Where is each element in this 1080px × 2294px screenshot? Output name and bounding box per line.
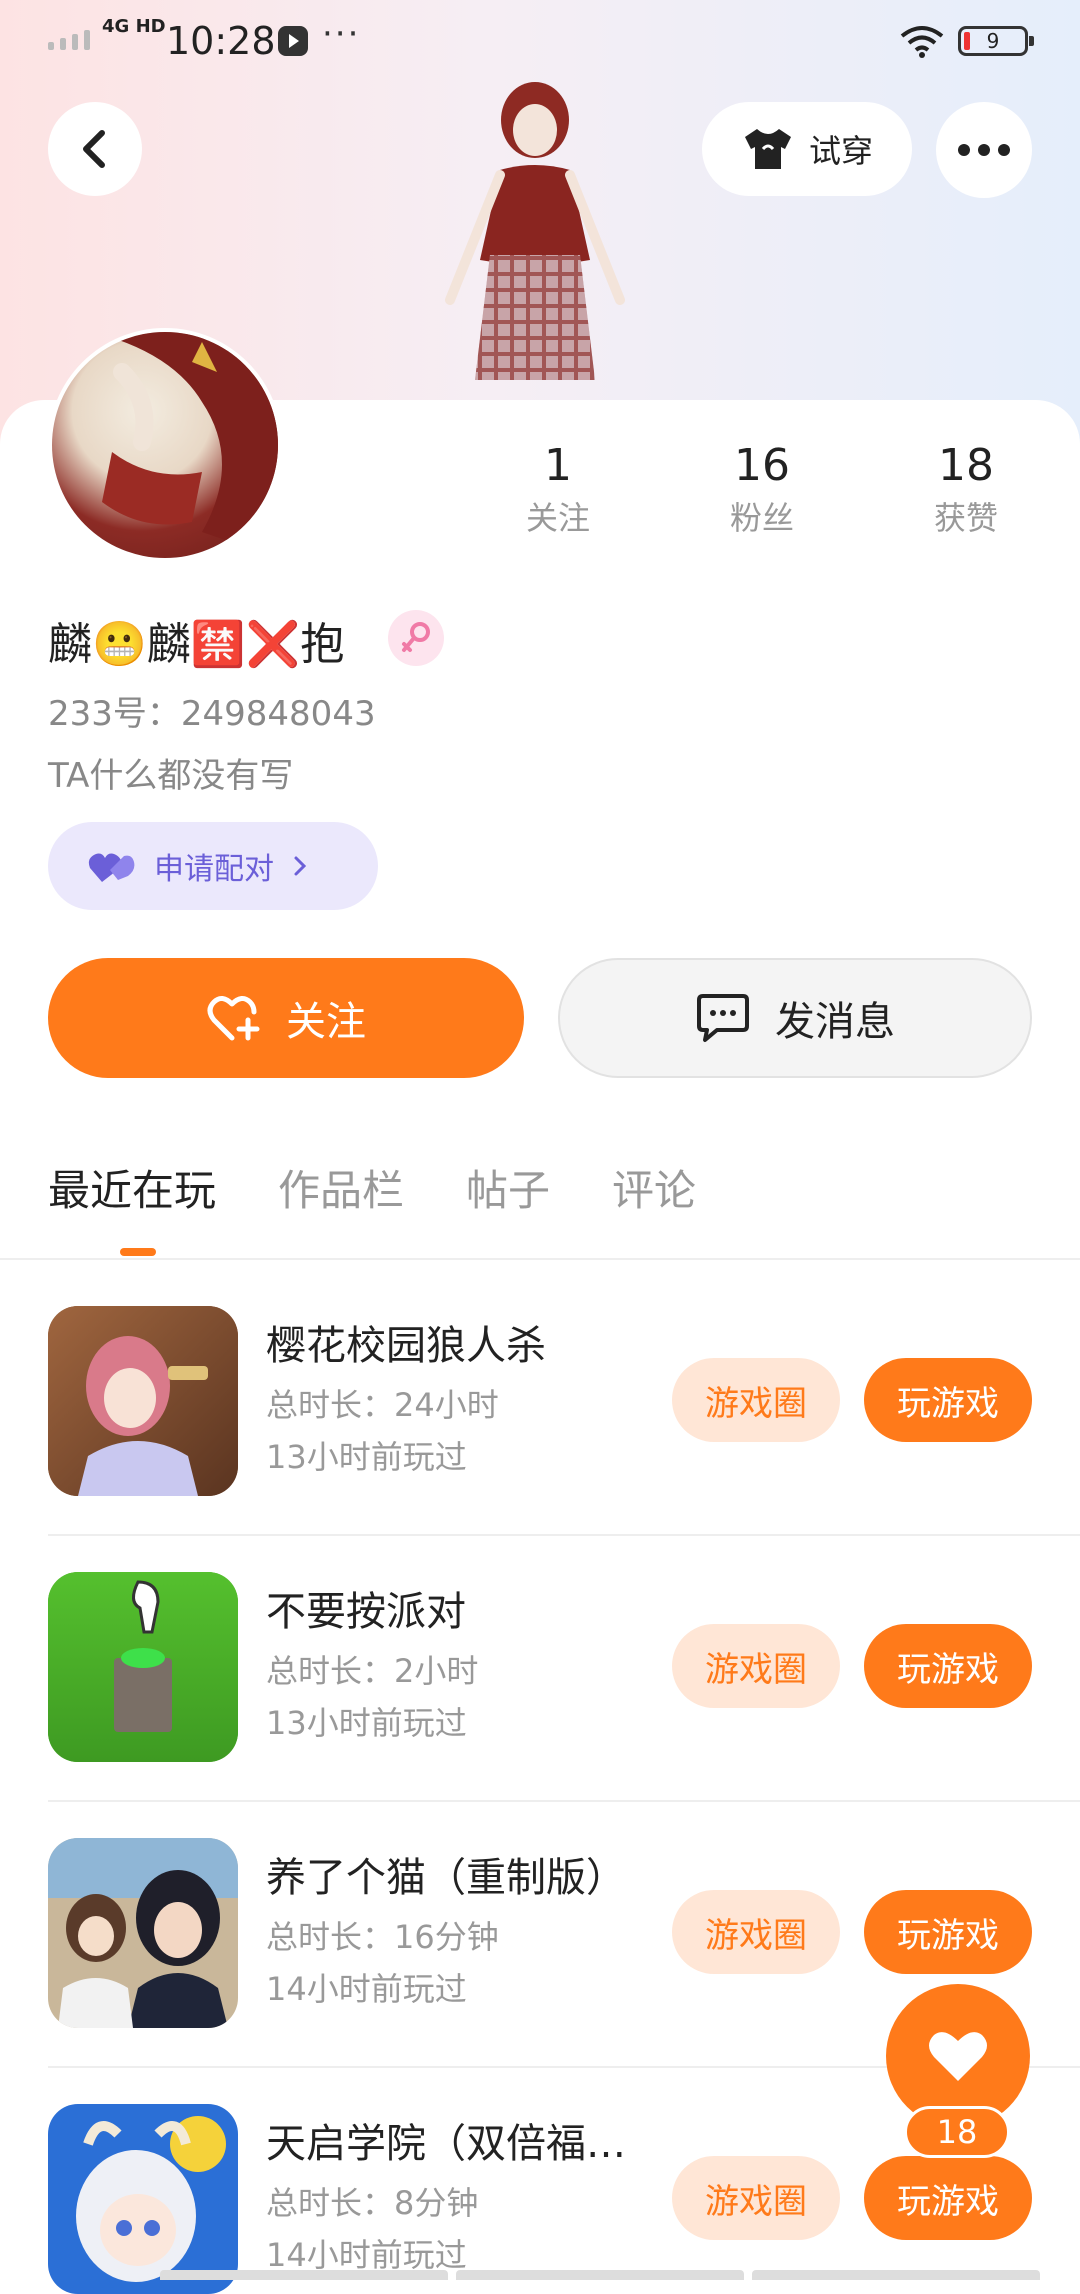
stat-following[interactable]: 1 关注 <box>488 440 628 540</box>
try-on-label: 试穿 <box>808 132 873 170</box>
tshirt-icon <box>744 129 791 169</box>
stat-number: 16 <box>734 440 790 491</box>
battery-icon: 9 <box>958 26 1034 56</box>
chevron-left-icon <box>83 130 105 168</box>
game-title: 养了个猫（重制版） <box>266 1855 626 1901</box>
game-title: 不要按派对 <box>266 1589 466 1635</box>
status-bar: 4G HD 10:28 ··· 9 <box>0 0 1080 84</box>
game-circle-button[interactable]: 游戏圈 <box>672 1624 840 1708</box>
cell-signal-icon <box>48 30 90 50</box>
stat-label: 获赞 <box>933 499 998 537</box>
avatar[interactable] <box>48 328 282 562</box>
tab-recently-played[interactable]: 最近在玩 <box>48 1160 216 1256</box>
avatar-image <box>52 332 278 558</box>
battery-level: 9 <box>986 29 1000 53</box>
heart-plus-icon <box>207 996 260 1041</box>
game-icon <box>48 2104 238 2294</box>
bottom-edge <box>160 2270 1040 2280</box>
send-message-button[interactable]: 发消息 <box>558 958 1032 1078</box>
wifi-icon <box>900 26 944 58</box>
list-item[interactable]: 樱花校园狼人杀 总时长：24小时 13小时前玩过 游戏圈 玩游戏 <box>48 1306 1080 1496</box>
game-circle-button[interactable]: 游戏圈 <box>672 1358 840 1442</box>
double-heart-icon <box>88 853 135 882</box>
game-duration: 总时长：24小时 <box>266 1386 499 1424</box>
request-pair-label: 申请配对 <box>154 852 274 887</box>
list-divider <box>48 1800 1080 1802</box>
avatar-3d-figure <box>445 82 625 380</box>
back-button[interactable] <box>48 102 142 196</box>
game-last-played: 13小时前玩过 <box>266 1704 467 1742</box>
play-game-button[interactable]: 玩游戏 <box>864 1890 1032 1974</box>
chat-bubble-icon <box>697 994 749 1042</box>
status-time: 10:28 <box>166 19 276 63</box>
game-last-played: 13小时前玩过 <box>266 1438 467 1476</box>
chevron-right-icon <box>294 856 307 876</box>
more-dot-icon <box>978 144 990 156</box>
game-title: 樱花校园狼人杀 <box>266 1323 546 1369</box>
more-dot-icon <box>998 144 1010 156</box>
send-message-label: 发消息 <box>775 999 895 1045</box>
tab-comments[interactable]: 评论 <box>612 1160 696 1230</box>
game-icon <box>48 1306 238 1496</box>
user-bio: TA什么都没有写 <box>48 756 294 796</box>
game-duration: 总时长：2小时 <box>266 1652 479 1690</box>
profile-tabs: 最近在玩 作品栏 帖子 评论 <box>48 1160 696 1256</box>
game-icon <box>48 1572 238 1762</box>
try-on-button[interactable]: 试穿 <box>702 102 912 196</box>
heart-icon <box>929 2032 987 2081</box>
more-options-button[interactable] <box>936 102 1032 198</box>
request-pair-button[interactable]: 申请配对 <box>48 822 378 910</box>
game-circle-button[interactable]: 游戏圈 <box>672 2156 840 2240</box>
user-id: 233号：249848043 <box>48 694 376 734</box>
screen-record-icon <box>278 26 308 56</box>
more-dot-icon <box>958 144 970 156</box>
stat-label: 关注 <box>525 499 590 537</box>
list-item[interactable]: 不要按派对 总时长：2小时 13小时前玩过 游戏圈 玩游戏 <box>48 1572 1080 1762</box>
stat-number: 18 <box>938 440 994 491</box>
tab-posts[interactable]: 帖子 <box>466 1160 550 1230</box>
profile-name: 麟😬麟🈲❌抱 <box>48 619 345 670</box>
play-game-button[interactable]: 玩游戏 <box>864 1358 1032 1442</box>
game-icon <box>48 1838 238 2028</box>
follow-button[interactable]: 关注 <box>48 958 524 1078</box>
game-circle-button[interactable]: 游戏圈 <box>672 1890 840 1974</box>
play-game-button[interactable]: 玩游戏 <box>864 1624 1032 1708</box>
game-last-played: 14小时前玩过 <box>266 1970 467 2008</box>
female-gender-icon <box>388 610 444 666</box>
stat-label: 粉丝 <box>729 499 794 537</box>
tab-divider <box>0 1258 1080 1260</box>
tab-works[interactable]: 作品栏 <box>278 1160 404 1230</box>
list-divider <box>48 1534 1080 1536</box>
follow-label: 关注 <box>286 999 366 1045</box>
game-duration: 总时长：16分钟 <box>266 1918 499 1956</box>
stat-likes[interactable]: 18 获赞 <box>896 440 1036 540</box>
play-game-button[interactable]: 玩游戏 <box>864 2156 1032 2240</box>
like-count: 18 <box>904 2106 1010 2158</box>
game-duration: 总时长：8分钟 <box>266 2184 479 2222</box>
status-more: ··· <box>322 14 361 54</box>
stat-fans[interactable]: 16 粉丝 <box>692 440 832 540</box>
game-title: 天启学院（双倍福… <box>266 2121 626 2167</box>
stat-number: 1 <box>544 440 572 491</box>
network-type: 4G HD <box>102 16 166 37</box>
